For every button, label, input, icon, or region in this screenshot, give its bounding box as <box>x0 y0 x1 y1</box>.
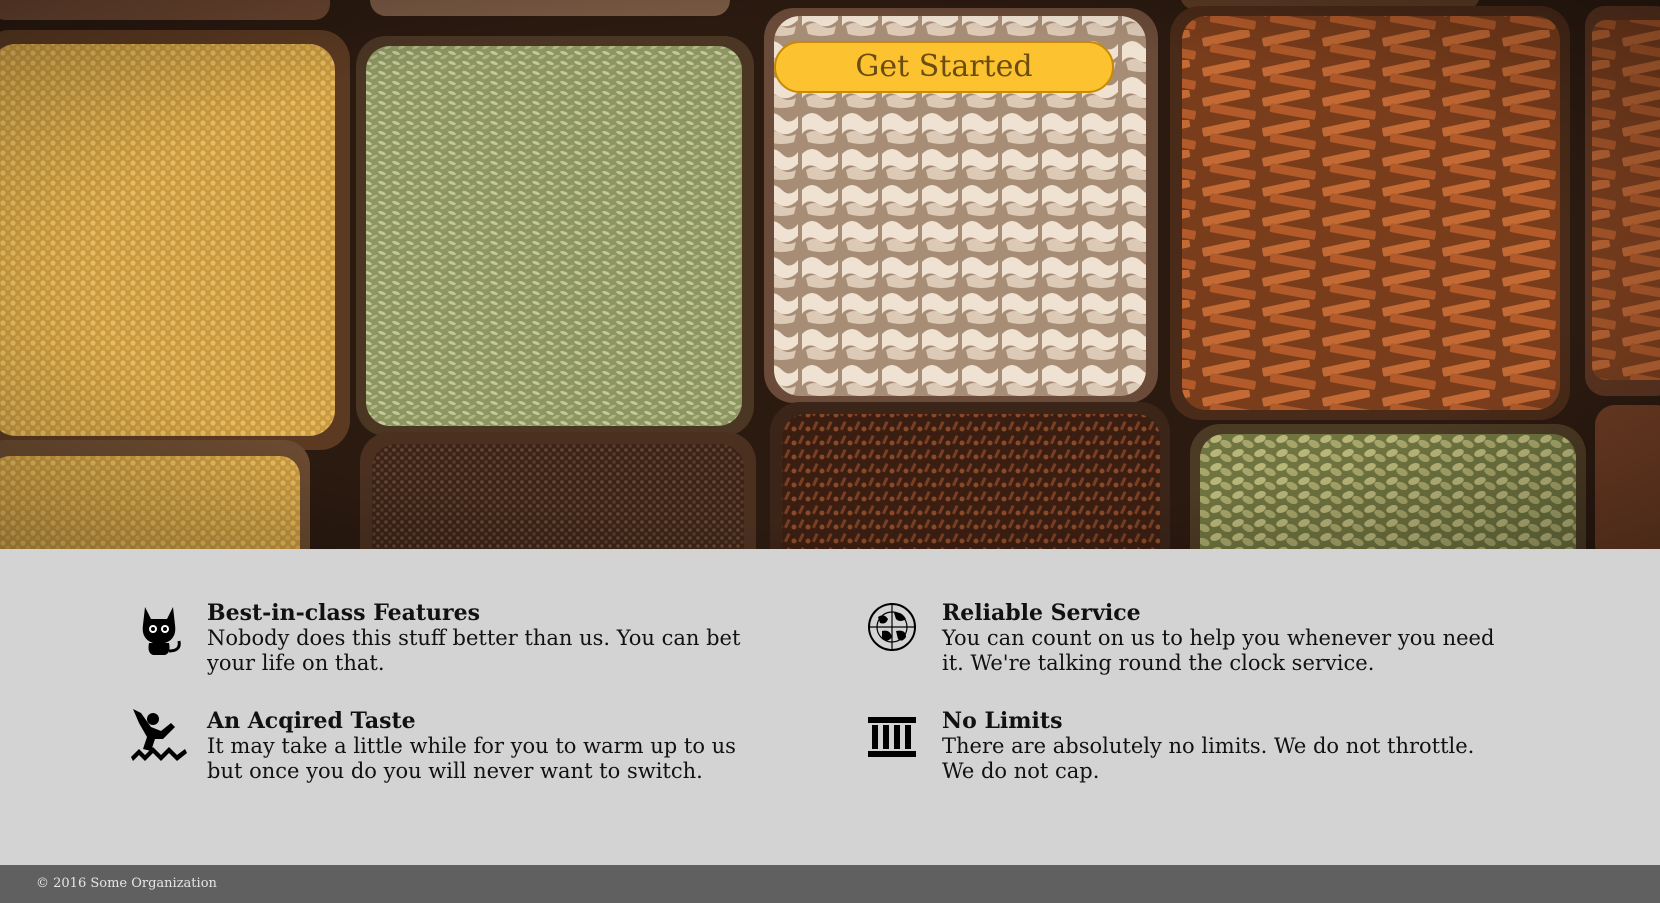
globe-icon <box>868 603 916 651</box>
feature-description: There are absolutely no limits. We do no… <box>942 734 1475 783</box>
footer: © 2016 Some Organization <box>0 865 1660 903</box>
columns-icon <box>868 717 916 757</box>
feature-description: You can count on us to help you whenever… <box>942 626 1495 675</box>
feature-title: Reliable Service <box>942 600 1141 626</box>
hero-banner: Get Started <box>0 0 1660 549</box>
features-section: Best-in-class Features Nobody does this … <box>0 549 1660 865</box>
feature-title: An Acqired Taste <box>207 708 416 734</box>
skier-icon <box>131 709 187 761</box>
get-started-button[interactable]: Get Started <box>774 41 1114 93</box>
feature-description: Nobody does this stuff better than us. Y… <box>207 626 741 675</box>
cat-icon <box>142 607 181 655</box>
copyright-text: © 2016 Some Organization <box>36 876 217 891</box>
feature-title: Best-in-class Features <box>207 600 480 626</box>
feature-description: It may take a little while for you to wa… <box>207 734 736 783</box>
feature-title: No Limits <box>942 708 1063 734</box>
